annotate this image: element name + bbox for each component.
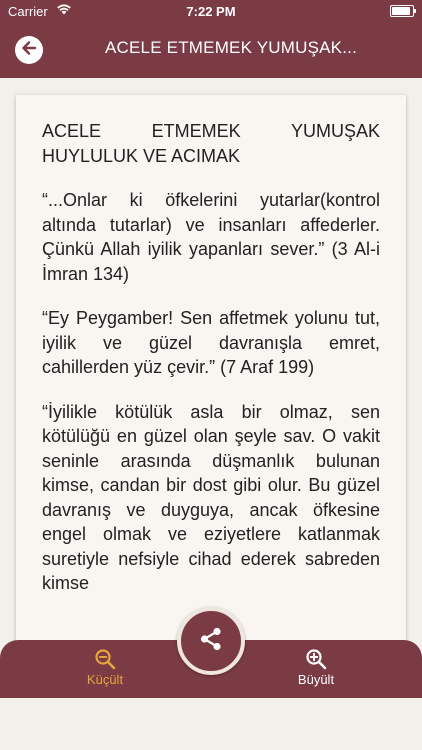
paragraph: “İyilikle kötülük asla bir olmaz, sen kö… (42, 401, 380, 594)
article-heading: ACELE ETMEMEK YUMUŞAK HUYLULUK VE ACIMAK (42, 121, 380, 166)
home-indicator-area (0, 698, 422, 750)
back-button[interactable] (15, 36, 43, 64)
shrink-label: Küçült (86, 672, 124, 687)
status-time: 7:22 PM (186, 4, 236, 19)
arrow-left-icon (20, 39, 38, 62)
status-bar: Carrier 7:22 PM (0, 0, 422, 22)
share-button[interactable] (177, 607, 245, 675)
grow-label: Büyült (297, 672, 335, 687)
app-header: Carrier 7:22 PM ACELE ETMEMEK YUMUŞAK... (0, 0, 422, 78)
paragraph: “...Onlar ki öfkelerini yutarlar(kontrol… (42, 190, 380, 284)
shrink-text-button[interactable]: Küçült (45, 648, 165, 687)
page-title: ACELE ETMEMEK YUMUŞAK... (105, 38, 357, 57)
zoom-in-icon (256, 648, 376, 670)
share-icon (197, 625, 225, 658)
paragraph: “Ey Peygamber! Sen affetmek yolunu tut, … (42, 308, 380, 377)
grow-text-button[interactable]: Büyült (256, 648, 376, 687)
zoom-out-icon (45, 648, 165, 670)
nav-bar: ACELE ETMEMEK YUMUŞAK... (0, 22, 422, 78)
battery-icon (390, 5, 416, 17)
article-text: ACELE ETMEMEK YUMUŞAK HUYLULUK VE ACIMAK… (16, 95, 406, 596)
content-card[interactable]: ACELE ETMEMEK YUMUŞAK HUYLULUK VE ACIMAK… (16, 95, 406, 695)
